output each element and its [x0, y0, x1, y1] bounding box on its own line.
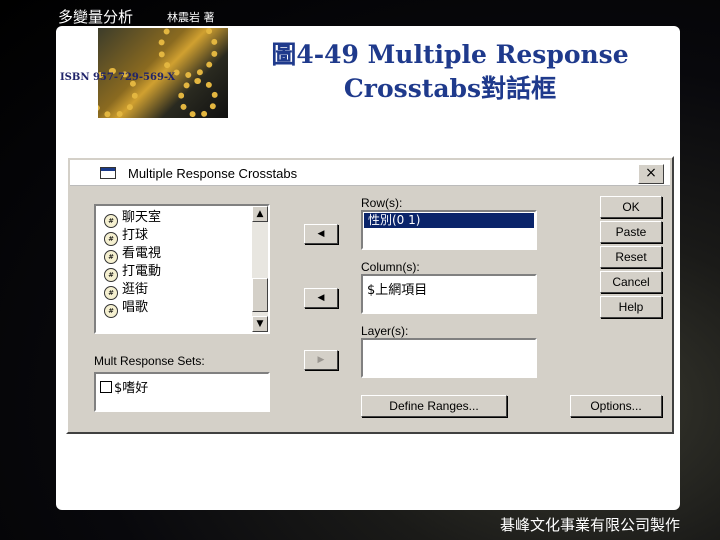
variable-list-scrollbar[interactable]: ▲ ▼: [252, 206, 268, 332]
slide-title-line2: Crosstabs對話框: [343, 74, 557, 103]
rows-label: Row(s):: [361, 196, 403, 210]
book-title: 多變量分析: [58, 8, 134, 26]
variable-label: 逛街: [122, 282, 149, 297]
publisher-footer: 碁峰文化事業有限公司製作: [500, 516, 681, 534]
variable-item[interactable]: # 打球: [104, 227, 149, 246]
define-ranges-button[interactable]: Define Ranges...: [361, 395, 507, 417]
mult-response-sets-list[interactable]: $嗜好: [94, 372, 270, 412]
variable-label: 唱歌: [122, 300, 149, 315]
variable-item[interactable]: # 看電視: [104, 245, 162, 264]
layers-label: Layer(s):: [361, 324, 409, 338]
columns-label: Column(s):: [361, 260, 420, 274]
variable-label: 打電動: [122, 264, 162, 279]
nominal-variable-icon: #: [104, 214, 118, 228]
variable-item[interactable]: # 聊天室: [104, 209, 162, 228]
move-to-rows-button[interactable]: ◀: [304, 224, 338, 244]
row-item-selected[interactable]: 性別(0 1): [364, 213, 534, 228]
variable-label: 聊天室: [122, 210, 162, 225]
mult-response-set-item[interactable]: $嗜好: [100, 377, 148, 396]
options-button[interactable]: Options...: [570, 395, 662, 417]
scroll-down-button[interactable]: ▼: [252, 316, 268, 332]
nominal-variable-icon: #: [104, 232, 118, 246]
scroll-up-button[interactable]: ▲: [252, 206, 268, 222]
dialog-titlebar: Multiple Response Crosstabs ×: [70, 160, 670, 186]
variable-list[interactable]: # 聊天室 # 打球 # 看電視 # 打電動 # 逛街 # 唱歌 ▲ ▼: [94, 204, 270, 334]
slide-title: 圖4-49 Multiple Response Crosstabs對話框: [245, 38, 655, 106]
mult-response-sets-label: Mult Response Sets:: [94, 354, 205, 368]
nominal-variable-icon: #: [104, 286, 118, 300]
slide-title-line1: 圖4-49 Multiple Response: [271, 40, 629, 69]
variable-label: 打球: [122, 228, 149, 243]
cancel-button[interactable]: Cancel: [600, 271, 662, 293]
help-button[interactable]: Help: [600, 296, 662, 318]
column-item[interactable]: $上網項目: [367, 279, 427, 298]
paste-button[interactable]: Paste: [600, 221, 662, 243]
scroll-thumb[interactable]: [252, 278, 268, 312]
mult-response-set-label: $嗜好: [114, 381, 149, 396]
variable-label: 看電視: [122, 246, 162, 261]
move-to-columns-button[interactable]: ◀: [304, 288, 338, 308]
multiple-response-crosstabs-dialog: Multiple Response Crosstabs × # 聊天室 # 打球 #…: [66, 156, 674, 434]
multiple-set-icon: [100, 381, 112, 393]
nominal-variable-icon: #: [104, 304, 118, 318]
window-icon: [100, 167, 116, 179]
book-author: 林震岩 著: [167, 11, 215, 24]
slide: ? ○ ρ 4 6 R T 6 多變量分析 林震岩 著 ISBN 957-729…: [0, 0, 720, 540]
variable-item[interactable]: # 唱歌: [104, 299, 149, 318]
layers-list[interactable]: [361, 338, 537, 378]
close-button[interactable]: ×: [638, 164, 664, 184]
columns-list[interactable]: $上網項目: [361, 274, 537, 314]
isbn: ISBN 957-729-569-X: [60, 72, 176, 83]
dialog-title: Multiple Response Crosstabs: [128, 166, 298, 181]
variable-item[interactable]: # 逛街: [104, 281, 149, 300]
nominal-variable-icon: #: [104, 268, 118, 282]
move-to-layers-button[interactable]: ▶: [304, 350, 338, 370]
nominal-variable-icon: #: [104, 250, 118, 264]
reset-button[interactable]: Reset: [600, 246, 662, 268]
rows-list[interactable]: 性別(0 1): [361, 210, 537, 250]
variable-item[interactable]: # 打電動: [104, 263, 162, 282]
ok-button[interactable]: OK: [600, 196, 662, 218]
